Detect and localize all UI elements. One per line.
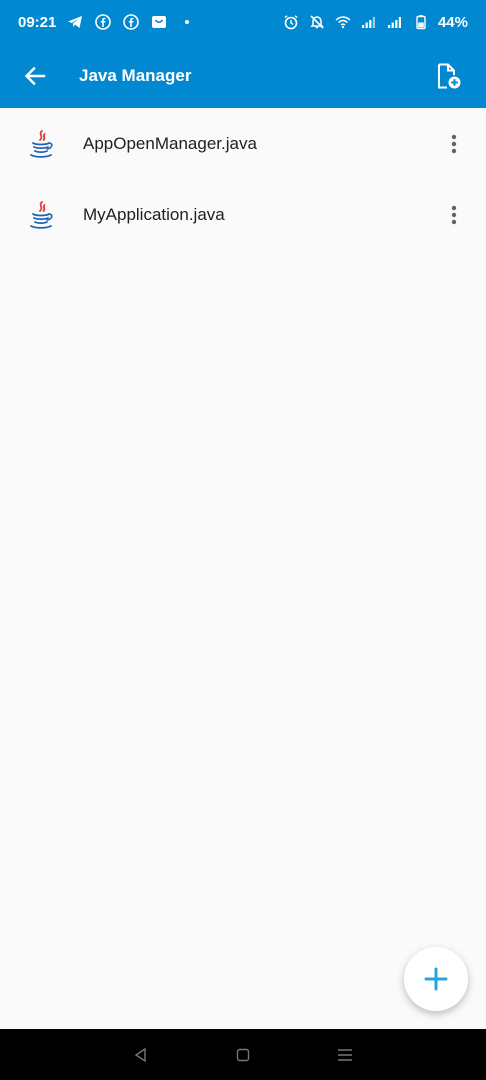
telegram-icon xyxy=(66,13,84,31)
list-item[interactable]: AppOpenManager.java xyxy=(0,108,486,179)
alarm-icon xyxy=(282,13,300,31)
file-name: AppOpenManager.java xyxy=(83,133,257,153)
file-name: MyApplication.java xyxy=(83,204,225,224)
facebook-icon xyxy=(122,13,140,31)
status-right: 44% xyxy=(282,13,468,31)
page-title: Java Manager xyxy=(79,66,192,85)
nav-back-button[interactable] xyxy=(121,1035,161,1075)
shopping-bag-icon xyxy=(150,13,168,31)
new-file-icon xyxy=(438,63,461,89)
signal-icon xyxy=(360,13,378,31)
facebook-icon xyxy=(94,13,112,31)
java-icon xyxy=(26,200,56,230)
system-nav-bar xyxy=(0,1029,486,1080)
more-vert-icon xyxy=(451,134,457,153)
dot-icon xyxy=(178,13,196,31)
status-time: 09:21 xyxy=(18,13,57,31)
home-square-icon xyxy=(236,1048,250,1061)
more-options-button[interactable] xyxy=(444,124,464,164)
more-options-button[interactable] xyxy=(444,195,464,235)
add-file-fab[interactable] xyxy=(404,947,468,1011)
back-triangle-icon xyxy=(134,1047,146,1062)
back-button[interactable] xyxy=(0,44,70,108)
nav-home-button[interactable] xyxy=(223,1035,263,1075)
app-bar: Java Manager xyxy=(0,44,486,108)
java-icon xyxy=(26,129,56,159)
status-bar: 09:21 44% xyxy=(0,0,486,44)
new-file-button[interactable] xyxy=(420,44,476,108)
battery-icon xyxy=(412,13,430,31)
battery-percent: 44% xyxy=(437,13,468,31)
mute-icon xyxy=(308,13,326,31)
nav-menu-button[interactable] xyxy=(325,1035,365,1075)
list-item[interactable]: MyApplication.java xyxy=(0,179,486,250)
status-left: 09:21 xyxy=(18,13,196,31)
plus-icon xyxy=(424,967,448,991)
menu-lines-icon xyxy=(338,1048,352,1061)
arrow-left-icon xyxy=(24,66,46,86)
file-list: AppOpenManager.java MyApplication.java xyxy=(0,108,486,250)
more-vert-icon xyxy=(451,205,457,224)
signal-icon xyxy=(386,13,404,31)
wifi-icon xyxy=(334,13,352,31)
